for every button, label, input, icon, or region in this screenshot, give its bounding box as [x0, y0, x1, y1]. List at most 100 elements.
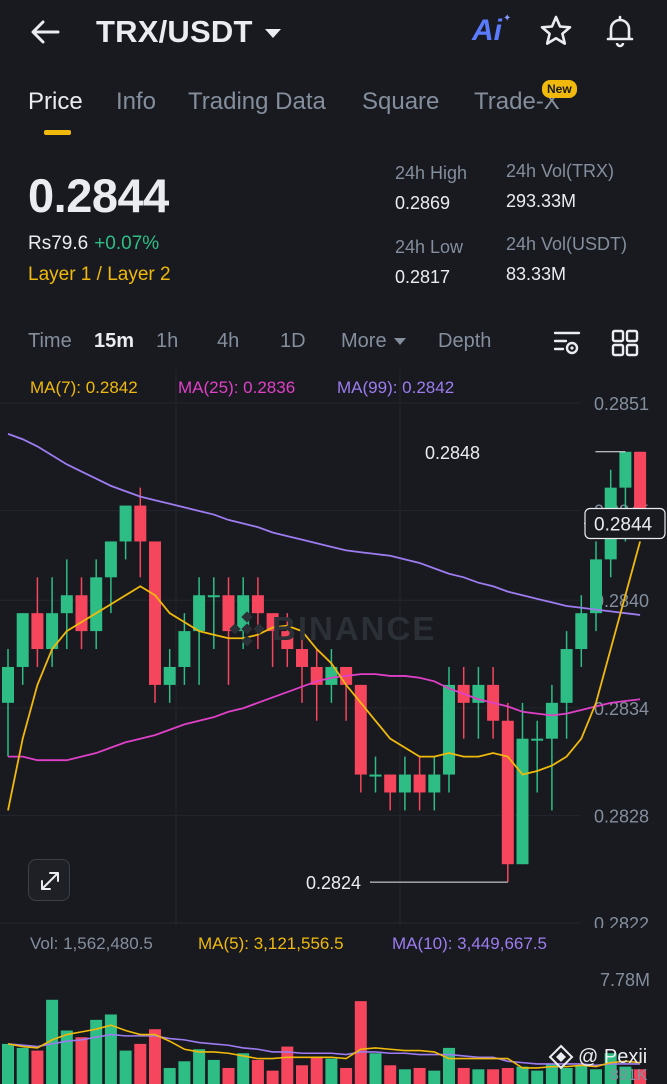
tf-time[interactable]: Time: [28, 330, 72, 353]
vol-ma5-line: [7, 1024, 641, 1069]
ma25-line: [8, 673, 641, 762]
candlestick-chart[interactable]: 0.28510.28450.28400.28340.28280.28220.28…: [0, 370, 667, 928]
candle-body: [531, 738, 544, 741]
diamond-logo-icon: [548, 1044, 574, 1070]
price-fiat-row: Rs79.6 +0.07%: [28, 233, 159, 255]
volume-bar: [251, 1059, 264, 1084]
tab-info[interactable]: Info: [116, 88, 156, 116]
credit-text: @ Pexii: [578, 1045, 648, 1068]
volume-bar: [398, 1069, 411, 1084]
volume-bar: [222, 1067, 235, 1084]
candle-body: [545, 702, 558, 739]
ma99-line: [7, 433, 641, 616]
star-icon[interactable]: [538, 13, 574, 49]
volume-bar: [590, 1069, 602, 1084]
ai-assistant-icon[interactable]: Ai: [472, 14, 502, 48]
candle-body: [163, 666, 176, 685]
active-tab-indicator: [44, 130, 71, 135]
volume-bar: [119, 1050, 132, 1084]
volume-bar: [207, 1059, 220, 1084]
volume-bar: [487, 1069, 500, 1084]
tf-more[interactable]: More: [341, 330, 406, 353]
candle-body: [2, 666, 14, 703]
candle-body: [384, 774, 397, 793]
tf-4h[interactable]: 4h: [217, 330, 239, 353]
volume-bar: [428, 1070, 441, 1084]
low-label: 24h Low: [395, 237, 464, 257]
tf-1d[interactable]: 1D: [280, 330, 306, 353]
vol-base-value: 293.33M: [506, 191, 577, 211]
tf-more-label: More: [341, 330, 387, 352]
y-axis-label: 0.2828: [594, 806, 649, 826]
candle-body: [428, 774, 441, 793]
category-tag[interactable]: Layer 1 / Layer 2: [28, 264, 171, 286]
candle-body: [134, 505, 147, 542]
candle-body: [149, 541, 161, 685]
tab-square[interactable]: Square: [362, 88, 439, 116]
fullscreen-button[interactable]: [28, 859, 70, 901]
y-axis-label: 0.2822: [594, 914, 649, 928]
volume-bar: [354, 1001, 367, 1084]
volume-bar: [16, 1047, 29, 1084]
volume-axis-top: 7.78M: [600, 970, 650, 990]
header: TRX/USDT Ai ✦: [0, 0, 667, 64]
high-label: 24h High: [395, 163, 468, 183]
volume-bar: [60, 1030, 73, 1084]
sparkle-icon: ✦: [503, 13, 512, 24]
fiat-price: Rs79.6: [28, 233, 89, 254]
volume-bar: [531, 1070, 544, 1084]
credit-label: @ Pexii: [548, 1044, 647, 1070]
expand-icon: [41, 872, 59, 890]
candle-body: [296, 649, 308, 667]
volume-bar: [340, 1067, 353, 1084]
volume-bar: [472, 1069, 485, 1084]
vol-quote-label: 24h Vol(USDT): [506, 234, 628, 254]
candle-body: [207, 595, 220, 598]
tab-price[interactable]: Price: [28, 88, 83, 116]
volume-bar: [560, 1067, 573, 1084]
candle-body: [104, 541, 117, 578]
low-value: 0.2817: [395, 267, 451, 287]
ma7-line: [7, 541, 641, 811]
bell-icon[interactable]: [602, 13, 638, 49]
candle-body: [501, 720, 514, 865]
tf-depth[interactable]: Depth: [438, 330, 491, 353]
indicator-settings-icon[interactable]: [552, 328, 582, 358]
tab-bar: Price Info Trading Data Square Trade-X N…: [0, 80, 667, 136]
last-price: 0.2844: [28, 169, 169, 222]
volume-bar: [325, 1058, 338, 1084]
volume-bar: [178, 1061, 191, 1084]
volume-bar: [134, 1043, 147, 1084]
tf-15m[interactable]: 15m: [94, 330, 134, 353]
volume-bar: [457, 1067, 470, 1084]
volume-bar: [369, 1053, 382, 1084]
candle-body: [119, 505, 132, 542]
pair-title: TRX/USDT: [96, 14, 253, 49]
y-axis-label: 0.2851: [594, 394, 649, 414]
candle-body: [443, 684, 455, 775]
chevron-down-icon: [393, 338, 406, 346]
volume-bar: [443, 1047, 455, 1084]
volume-bar: [193, 1049, 206, 1084]
volume-bar: [413, 1067, 426, 1084]
back-arrow-icon[interactable]: [28, 16, 64, 48]
volume-bar: [296, 1065, 308, 1084]
volume-bar: [501, 1067, 514, 1084]
chevron-down-icon: [264, 28, 281, 38]
candle-body: [560, 649, 573, 703]
tf-1h[interactable]: 1h: [156, 330, 178, 353]
candle-body: [369, 774, 382, 777]
candle-body: [619, 451, 632, 488]
vol-base-label: 24h Vol(TRX): [506, 161, 615, 181]
vol-ma10-line: [7, 1033, 641, 1067]
volume-bar: [516, 1066, 529, 1084]
volume-bar: [266, 1070, 279, 1084]
high-marker-label: 0.2848: [425, 443, 480, 463]
pair-selector[interactable]: TRX/USDT: [96, 12, 281, 52]
binance-watermark: BINANCE: [272, 610, 437, 647]
grid-layout-icon[interactable]: [610, 328, 640, 358]
candle-body: [516, 738, 529, 865]
candle-body: [16, 613, 29, 667]
tab-trading-data[interactable]: Trading Data: [188, 88, 326, 116]
low-marker-label: 0.2824: [306, 873, 361, 893]
